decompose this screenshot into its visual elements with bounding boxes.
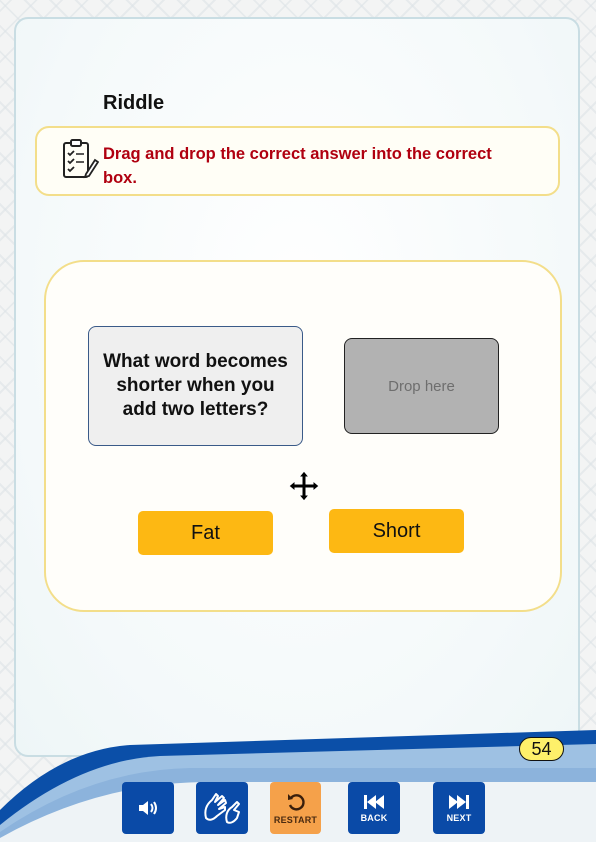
answer-option-label: Short xyxy=(372,519,421,542)
drop-zone[interactable]: Drop here xyxy=(344,338,499,434)
skip-forward-icon xyxy=(449,794,469,809)
skip-back-icon xyxy=(364,794,384,809)
sign-language-button[interactable] xyxy=(196,782,248,834)
answer-option-fat[interactable]: Fat xyxy=(138,511,273,555)
next-label: NEXT xyxy=(446,812,472,823)
restart-button[interactable]: RESTART xyxy=(270,782,321,834)
page-title: Riddle xyxy=(103,92,165,114)
page-number-badge: 54 xyxy=(519,737,564,761)
drop-zone-placeholder: Drop here xyxy=(388,377,455,395)
restart-icon xyxy=(287,793,305,811)
instruction-text: Drag and drop the correct answer into th… xyxy=(103,145,492,187)
audio-button[interactable] xyxy=(122,782,174,834)
next-button[interactable]: NEXT xyxy=(433,782,485,834)
riddle-question-card: What word becomes shorter when you add t… xyxy=(88,326,303,446)
answer-option-label: Fat xyxy=(191,521,220,544)
speaker-icon xyxy=(139,801,157,815)
answer-option-short[interactable]: Short xyxy=(329,509,464,553)
back-button[interactable]: BACK xyxy=(348,782,400,834)
move-cursor-icon xyxy=(288,470,320,502)
restart-label: RESTART xyxy=(273,814,318,825)
riddle-question-text: What word becomes shorter when you add t… xyxy=(103,351,288,420)
sign-language-icon xyxy=(204,793,240,824)
instruction-box: Drag and drop the correct answer into th… xyxy=(35,126,560,196)
back-label: BACK xyxy=(360,812,388,823)
clipboard-checklist-icon xyxy=(63,139,99,179)
